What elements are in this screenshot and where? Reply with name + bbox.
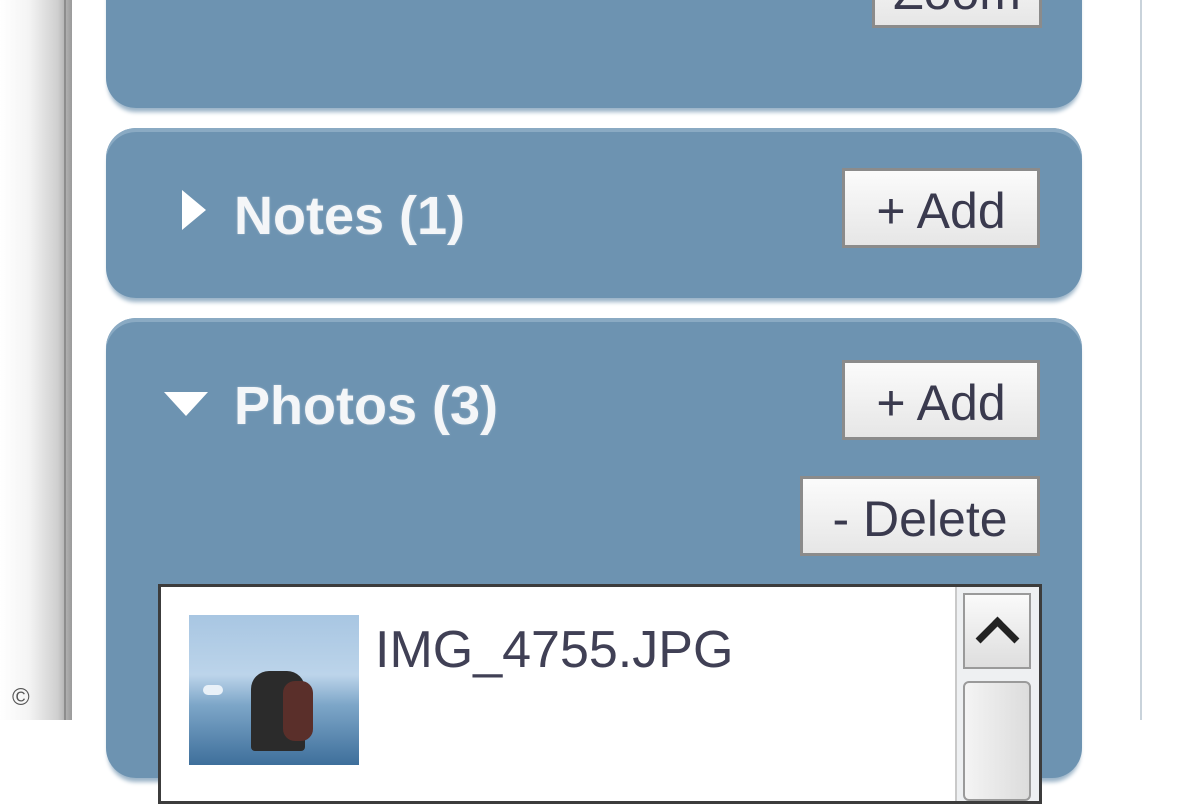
sidebar-border-right bbox=[1140, 0, 1142, 720]
add-photo-button[interactable]: + Add bbox=[842, 360, 1040, 440]
scrollbar-thumb[interactable] bbox=[963, 681, 1031, 801]
delete-photo-button[interactable]: - Delete bbox=[800, 476, 1040, 556]
list-item[interactable]: IMG_4755.JPG bbox=[189, 615, 949, 795]
thumbnail-detail bbox=[203, 685, 223, 695]
scrollbar[interactable] bbox=[955, 587, 1039, 801]
photo-filename: IMG_4755.JPG bbox=[375, 621, 734, 679]
photos-panel: Photos (3) + Add - Delete IMG_4755.JPG bbox=[106, 318, 1082, 804]
thumbnail-detail bbox=[283, 681, 313, 741]
zoom-button[interactable]: Zoom bbox=[872, 0, 1042, 28]
photos-section-title[interactable]: Photos (3) bbox=[234, 374, 498, 438]
window-edge-shadow bbox=[0, 0, 72, 720]
map-panel: Zoom bbox=[106, 0, 1082, 108]
copyright-mark: © bbox=[12, 684, 30, 711]
sidebar-border bbox=[64, 0, 66, 720]
add-note-button[interactable]: + Add bbox=[842, 168, 1040, 248]
caret-right-icon[interactable] bbox=[182, 190, 206, 230]
chevron-up-icon bbox=[975, 616, 1020, 661]
caret-down-icon[interactable] bbox=[164, 392, 208, 416]
notes-panel: Notes (1) + Add bbox=[106, 128, 1082, 298]
photo-list[interactable]: IMG_4755.JPG bbox=[158, 584, 1042, 804]
photo-thumbnail[interactable] bbox=[189, 615, 359, 765]
notes-section-title[interactable]: Notes (1) bbox=[234, 184, 465, 248]
scroll-up-button[interactable] bbox=[963, 593, 1031, 669]
